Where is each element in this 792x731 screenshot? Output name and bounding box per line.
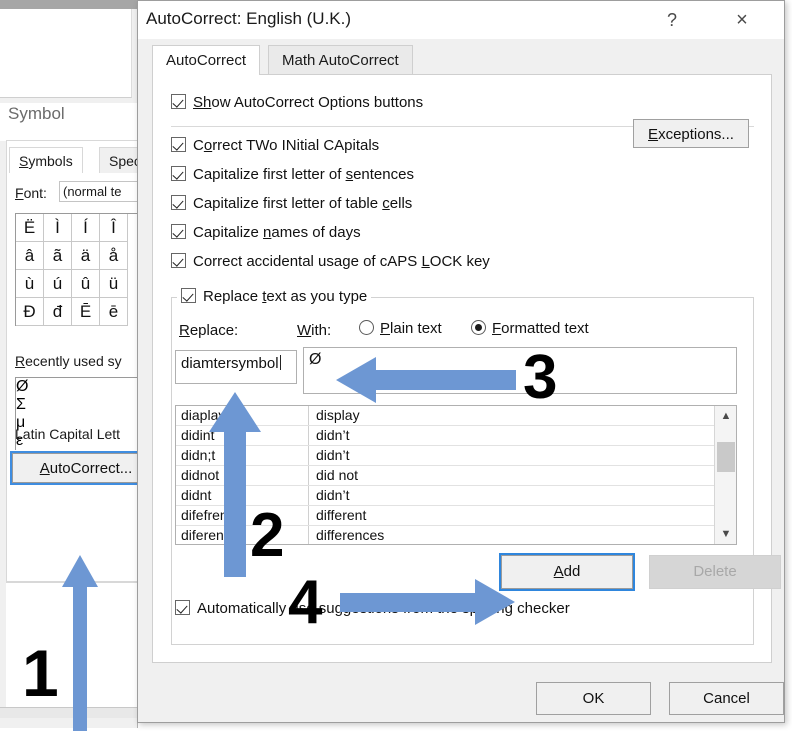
checkbox-capitalize-sentences[interactable]: Capitalize first letter of sentences <box>171 166 414 183</box>
checkbox-box[interactable] <box>175 600 190 615</box>
annotation-arrow-1 <box>62 555 98 731</box>
symbol-cell[interactable]: ü <box>100 270 128 298</box>
symbol-cell[interactable]: Ë <box>16 214 44 242</box>
autocorrect-titlebar: AutoCorrect: English (U.K.) ? × <box>138 1 784 39</box>
checkbox-box[interactable] <box>181 288 196 303</box>
chevron-up-icon[interactable]: ▲ <box>715 406 736 426</box>
replace-label: Replace: <box>179 322 239 339</box>
symbol-grid[interactable]: Ë Ì Í Î â ã ä å ù ú û ü Đ đ Ē ē <box>15 213 156 326</box>
recent-symbol-cell[interactable]: Ø <box>16 378 156 396</box>
entry-with: differences <box>316 527 385 543</box>
delete-button: Delete <box>649 555 781 589</box>
radio-button[interactable] <box>471 320 486 335</box>
annotation-arrow-3 <box>336 357 516 403</box>
symbol-autocorrect-button[interactable]: AutoCorrect... <box>10 451 154 485</box>
text-cursor <box>279 355 281 370</box>
checkbox-box[interactable] <box>171 224 186 239</box>
tab-math-autocorrect-label: Math AutoCorrect <box>282 52 399 69</box>
symbol-cell[interactable]: å <box>100 242 128 270</box>
document-area <box>0 9 132 98</box>
checkbox-caps-lock[interactable]: Correct accidental usage of cAPS LOCK ke… <box>171 253 490 270</box>
checkbox-box[interactable] <box>171 166 186 181</box>
radio-button[interactable] <box>359 320 374 335</box>
checkbox-replace-text-as-you-type[interactable]: Replace text as you type <box>177 288 372 305</box>
symbol-cell[interactable]: ē <box>100 298 128 326</box>
symbol-dialog-body: Symbols Spec Font: (normal te Ë Ì Í Î â … <box>6 140 156 582</box>
symbol-cell[interactable]: Đ <box>16 298 44 326</box>
symbol-grid-row: â ã ä å <box>16 242 156 270</box>
chevron-down-icon[interactable]: ▼ <box>715 524 736 544</box>
add-button[interactable]: Add <box>499 553 635 591</box>
entry-with: did not <box>316 467 359 483</box>
symbol-tabs: Symbols Spec <box>7 147 151 173</box>
symbol-cell[interactable]: Í <box>72 214 100 242</box>
symbol-grid-row: Ë Ì Í Î <box>16 214 156 242</box>
annotation-arrow-4 <box>340 579 515 625</box>
symbol-cell[interactable]: ù <box>16 270 44 298</box>
recently-used-label: Recently used sy <box>15 353 122 369</box>
tab-symbols-label: ymbols <box>28 153 73 169</box>
symbol-dialog-title: Symbol <box>8 104 65 123</box>
scrollbar-thumb[interactable] <box>717 442 735 472</box>
annotation-number-3: 3 <box>523 343 558 412</box>
symbol-cell[interactable]: Ē <box>72 298 100 326</box>
window-top-strip <box>0 0 137 9</box>
screenshot-root: Symbol Symbols Spec Font: (normal te Ë Ì… <box>0 0 792 731</box>
checkbox-two-initial-capitals[interactable]: Correct TWo INitial CApitals <box>171 137 379 154</box>
tab-autocorrect-label: AutoCorrect <box>166 52 247 69</box>
list-scrollbar[interactable]: ▲ ▼ <box>714 406 736 544</box>
radio-formatted-text[interactable]: Formatted text <box>471 320 589 337</box>
tab-autocorrect[interactable]: AutoCorrect <box>152 45 261 75</box>
help-icon[interactable]: ? <box>652 5 692 35</box>
symbol-cell[interactable]: Ì <box>44 214 72 242</box>
annotation-number-2: 2 <box>250 501 285 570</box>
cancel-button[interactable]: Cancel <box>669 682 784 715</box>
checkbox-capitalize-days[interactable]: Capitalize names of days <box>171 224 361 241</box>
ok-button[interactable]: OK <box>536 682 651 715</box>
checkbox-show-options-buttons[interactable]: Show AutoCorrect Options buttons <box>171 94 423 111</box>
radio-plain-text[interactable]: Plain text <box>359 320 442 337</box>
with-label: With: <box>297 322 332 339</box>
entry-with: didn’t <box>316 487 350 503</box>
entry-with: didn’t <box>316 427 350 443</box>
font-label: Font: <box>15 185 47 201</box>
symbol-cell[interactable]: ã <box>44 242 72 270</box>
annotation-number-4: 4 <box>288 568 323 637</box>
tab-symbols[interactable]: Symbols <box>9 147 83 173</box>
symbol-cell[interactable]: û <box>72 270 100 298</box>
exceptions-button[interactable]: Exceptions... <box>633 119 749 148</box>
entry-with: different <box>316 507 367 523</box>
checkbox-box[interactable] <box>171 94 186 109</box>
checkbox-box[interactable] <box>171 137 186 152</box>
close-icon[interactable]: × <box>720 5 764 35</box>
recent-symbol-cell[interactable]: Σ <box>16 396 156 414</box>
checkbox-box[interactable] <box>171 195 186 210</box>
symbol-cell[interactable]: ä <box>72 242 100 270</box>
symbol-grid-row: Đ đ Ē ē <box>16 298 156 326</box>
tab-math-autocorrect[interactable]: Math AutoCorrect <box>268 45 413 75</box>
entry-with: didn’t <box>316 447 350 463</box>
checkbox-capitalize-table-cells[interactable]: Capitalize first letter of table cells <box>171 195 412 212</box>
symbol-cell[interactable]: ú <box>44 270 72 298</box>
symbol-cell[interactable]: đ <box>44 298 72 326</box>
replace-input-value: diamtersymbol <box>181 355 279 372</box>
replace-input[interactable]: diamtersymbol <box>175 350 297 384</box>
annotation-number-1: 1 <box>22 636 59 710</box>
symbol-grid-row: ù ú û ü <box>16 270 156 298</box>
symbol-cell[interactable]: â <box>16 242 44 270</box>
character-name-label: Latin Capital Lett <box>15 426 121 442</box>
checkbox-box[interactable] <box>171 253 186 268</box>
autocorrect-dialog-title: AutoCorrect: English (U.K.) <box>146 9 352 28</box>
symbol-cell[interactable]: Î <box>100 214 128 242</box>
